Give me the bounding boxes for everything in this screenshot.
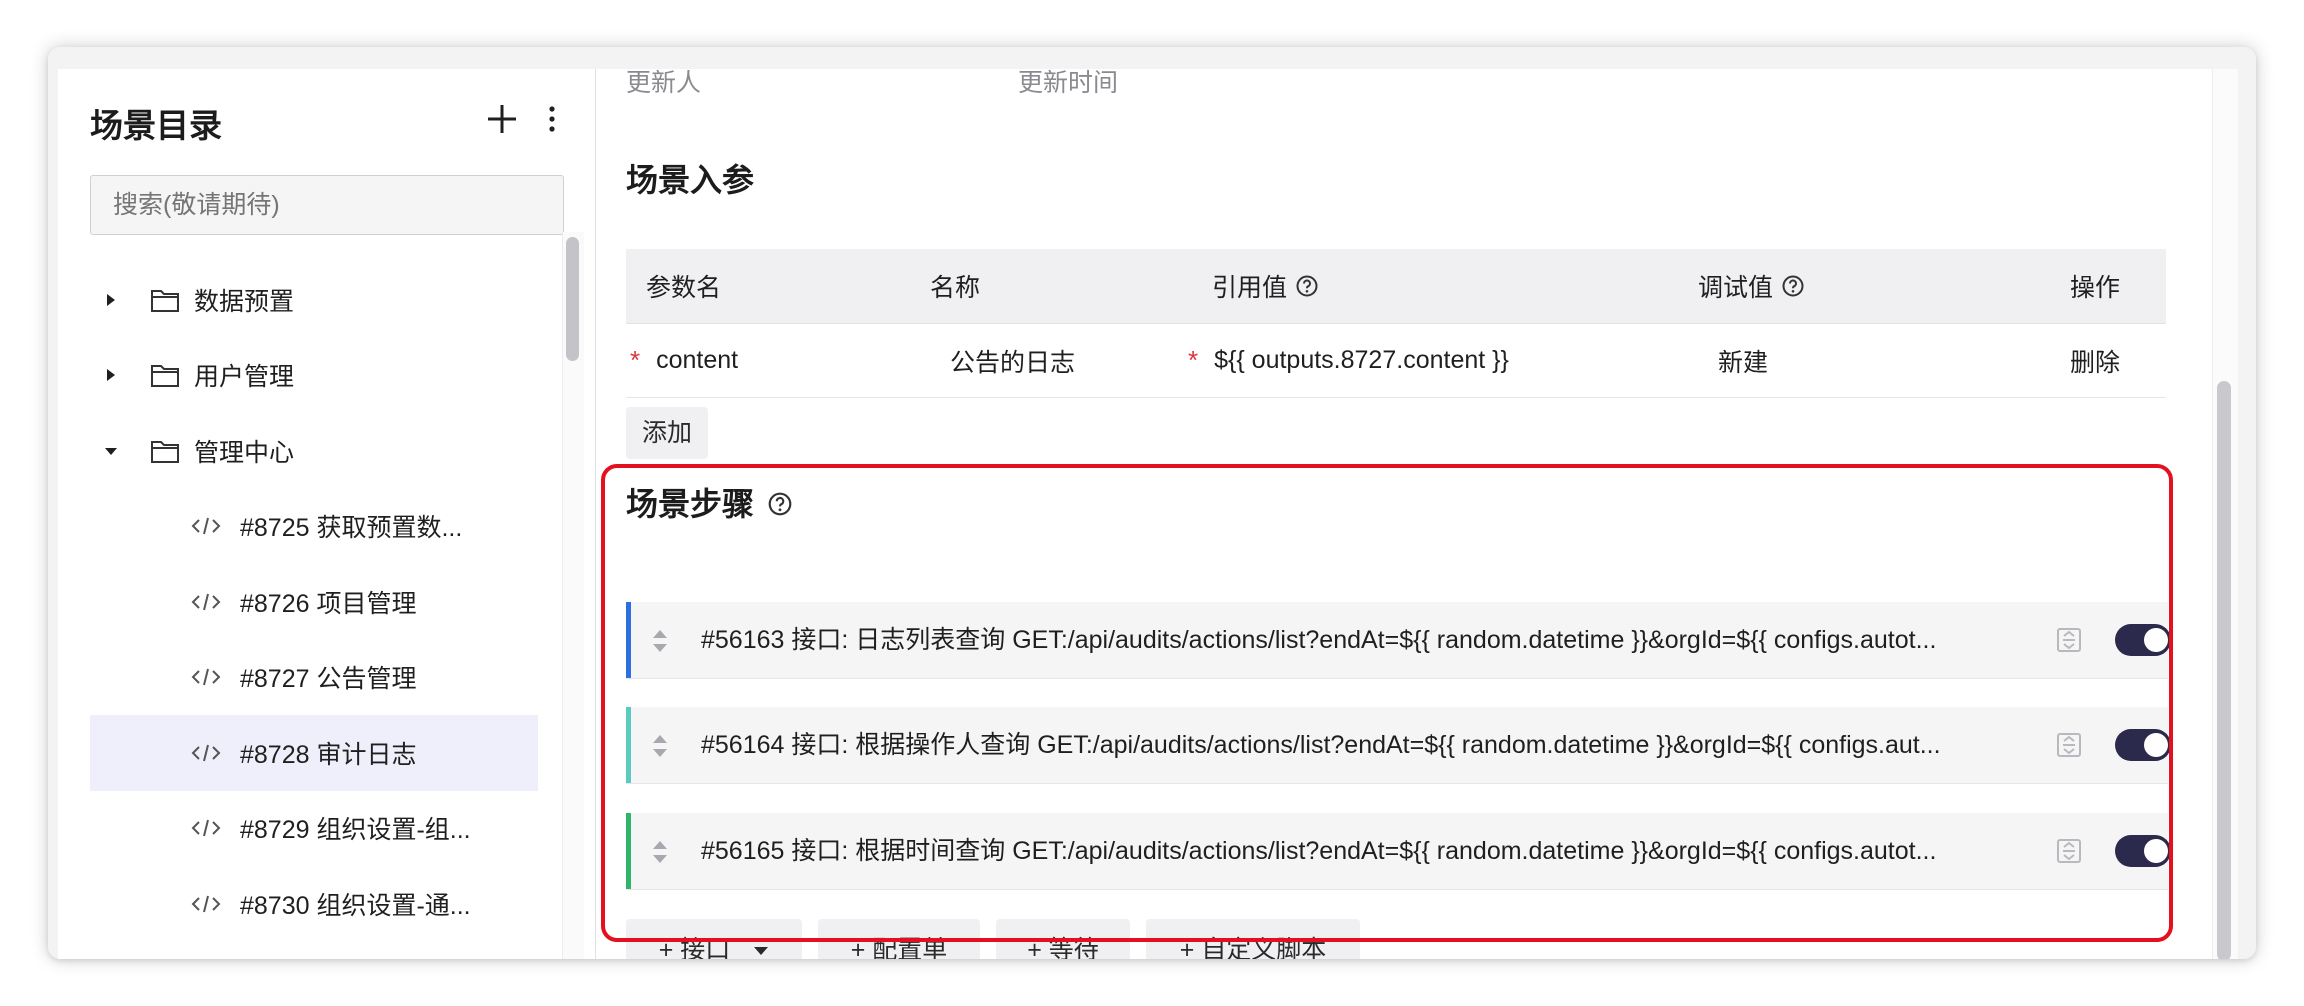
params-table: 参数名 名称 引用值 调试值 操作 * content 公告的日志 * ${{… (626, 249, 2166, 398)
tree-item-label: #8725 获取预置数... (240, 514, 463, 543)
debug-value-cell[interactable]: 新建 (1718, 324, 1768, 397)
code-icon (191, 593, 221, 610)
drag-handle-icon[interactable] (651, 839, 669, 865)
tree-item-label: 管理中心 (194, 438, 295, 467)
add-custom-script-button[interactable]: + 自定义脚本 (1146, 919, 1360, 959)
folder-icon (151, 440, 179, 463)
update-time-label: 更新时间 (1018, 69, 1119, 97)
add-icon[interactable] (480, 97, 524, 141)
params-table-header: 参数名 名称 引用值 调试值 操作 (626, 249, 2166, 324)
add-param-button[interactable]: 添加 (626, 407, 708, 459)
help-icon[interactable] (1295, 274, 1319, 298)
code-icon (191, 744, 221, 761)
app-content: 场景目录 数据预置 (58, 69, 2238, 959)
step-item[interactable]: #56165 接口: 根据时间查询 GET:/api/audits/action… (626, 813, 2171, 889)
scene-tree: 数据预置 用户管理 管理中心 #8725 获取预置数... #8726 项目管理… (90, 262, 538, 942)
tree-item-label: #8728 审计日志 (240, 740, 417, 769)
sidebar-scrollbar-thumb[interactable] (566, 237, 579, 361)
required-mark: * (1188, 345, 1199, 375)
code-icon (191, 669, 221, 686)
col-param-name: 参数名 (646, 274, 722, 302)
tree-scene-item[interactable]: #8730 组织设置-通... (90, 866, 538, 942)
tree-item-label: #8727 公告管理 (240, 665, 417, 694)
tree-scene-item[interactable]: #8725 获取预置数... (90, 489, 538, 565)
scene-directory-sidebar: 场景目录 数据预置 (58, 69, 596, 959)
tree-scene-item[interactable]: #8727 公告管理 (90, 640, 538, 716)
add-wait-step-button[interactable]: + 等待 (996, 919, 1130, 959)
param-name-cell[interactable]: * content (630, 324, 738, 397)
tree-scene-item-selected[interactable]: #8728 审计日志 (90, 715, 538, 791)
steps-section-title: 场景步骤 (626, 479, 793, 525)
col-ref-value-label: 引用值 (1212, 274, 1288, 302)
ref-value-cell[interactable]: * ${{ outputs.8727.content }} (1188, 324, 1509, 397)
add-api-step-button[interactable]: + 接口 (626, 919, 802, 959)
col-debug-value-label: 调试值 (1698, 274, 1774, 302)
step-enable-toggle[interactable] (2115, 835, 2171, 867)
more-vertical-icon[interactable] (540, 99, 564, 139)
param-name-value: content (656, 346, 739, 374)
add-api-label: + 接口 (658, 936, 731, 959)
sidebar-title: 场景目录 (90, 107, 222, 144)
step-text: #56163 接口: 日志列表查询 GET:/api/audits/action… (701, 626, 1937, 654)
collapse-icon[interactable] (2055, 626, 2083, 654)
step-text: #56164 接口: 根据操作人查询 GET:/api/audits/actio… (701, 731, 1941, 759)
tree-folder-management-center[interactable]: 管理中心 (90, 413, 538, 489)
collapse-icon[interactable] (2055, 837, 2083, 865)
folder-icon (151, 289, 179, 312)
tree-folder-user-management[interactable]: 用户管理 (90, 338, 538, 414)
tree-item-label: #8726 项目管理 (240, 589, 417, 618)
ref-value-text: ${{ outputs.8727.content }} (1214, 346, 1509, 374)
toggle-knob (2144, 839, 2168, 863)
step-enable-toggle[interactable] (2115, 729, 2171, 761)
col-action: 操作 (2070, 274, 2121, 302)
caret-right-icon[interactable] (104, 368, 118, 382)
step-text: #56165 接口: 根据时间查询 GET:/api/audits/action… (701, 837, 1937, 865)
col-name: 名称 (930, 274, 981, 302)
delete-link[interactable]: 删除 (2070, 324, 2120, 397)
caret-down-icon[interactable] (104, 444, 118, 458)
tree-folder-data-preset[interactable]: 数据预置 (90, 262, 538, 338)
toggle-knob (2144, 733, 2168, 757)
table-row: * content 公告的日志 * ${{ outputs.8727.conte… (626, 324, 2166, 398)
step-item[interactable]: #56164 接口: 根据操作人查询 GET:/api/audits/actio… (626, 707, 2171, 783)
tree-scene-item[interactable]: #8726 项目管理 (90, 564, 538, 640)
collapse-icon[interactable] (2055, 731, 2083, 759)
code-icon (191, 820, 221, 837)
scene-search-input[interactable] (90, 175, 564, 235)
toggle-knob (2144, 628, 2168, 652)
steps-title-text: 场景步骤 (626, 486, 755, 522)
caret-right-icon[interactable] (104, 293, 118, 307)
name-cell[interactable]: 公告的日志 (950, 324, 1075, 397)
required-mark: * (630, 345, 641, 375)
scene-detail-panel: 更新人 更新时间 场景入参 参数名 名称 引用值 调试值 操作 * conten… (596, 69, 2238, 959)
code-icon (191, 518, 221, 535)
tree-item-label: 用户管理 (194, 363, 295, 392)
main-scrollbar-thumb[interactable] (2217, 381, 2231, 959)
folder-icon (151, 365, 179, 388)
app-window: 场景目录 数据预置 (48, 47, 2256, 959)
tree-item-label: 数据预置 (194, 287, 295, 316)
updater-label: 更新人 (626, 69, 702, 97)
caret-down-icon[interactable] (753, 946, 769, 956)
col-ref-value: 引用值 (1212, 249, 1319, 323)
col-debug-value: 调试值 (1698, 249, 1805, 323)
code-icon (191, 895, 221, 912)
help-icon[interactable] (767, 491, 793, 517)
help-icon[interactable] (1781, 274, 1805, 298)
step-item[interactable]: #56163 接口: 日志列表查询 GET:/api/audits/action… (626, 602, 2171, 678)
tree-item-label: #8730 组织设置-通... (240, 891, 471, 920)
tree-item-label: #8729 组织设置-组... (240, 816, 471, 845)
step-enable-toggle[interactable] (2115, 624, 2171, 656)
drag-handle-icon[interactable] (651, 733, 669, 759)
params-section-title: 场景入参 (626, 162, 755, 198)
drag-handle-icon[interactable] (651, 628, 669, 654)
add-config-step-button[interactable]: + 配置单 (818, 919, 980, 959)
tree-scene-item[interactable]: #8729 组织设置-组... (90, 791, 538, 867)
